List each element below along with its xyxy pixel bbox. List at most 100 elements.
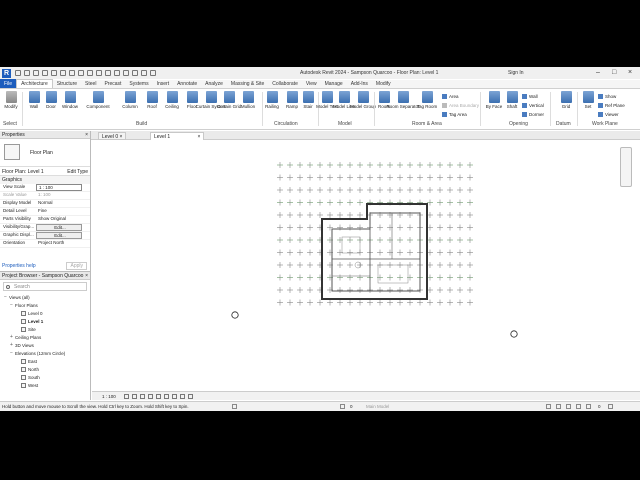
tab-steel[interactable]: Steel	[81, 80, 100, 88]
minimize-icon[interactable]: –	[596, 69, 600, 76]
property-row-view-scale[interactable]: View Scale 1 : 100	[0, 184, 90, 192]
tree-item-level-0[interactable]: Level 0	[0, 309, 90, 317]
mullion-tool[interactable]: Mullion	[238, 91, 258, 109]
show-work-plane-tool[interactable]: Show	[598, 94, 616, 99]
tab-view[interactable]: View	[302, 80, 321, 88]
tree-item-east[interactable]: East	[0, 357, 90, 365]
tab-manage[interactable]: Manage	[321, 80, 347, 88]
tab-massing-site[interactable]: Massing & Site	[227, 80, 268, 88]
tree-item-west[interactable]: West	[0, 381, 90, 389]
sign-in-button[interactable]: Sign In	[508, 70, 524, 76]
type-selector[interactable]: Floor Plan	[0, 139, 90, 167]
vertical-opening-tool[interactable]: Vertical	[522, 103, 544, 108]
close-icon[interactable]: ×	[85, 132, 88, 138]
save-icon[interactable]	[33, 70, 39, 76]
design-options-icon[interactable]	[340, 404, 345, 409]
close-icon[interactable]: ×	[120, 134, 123, 140]
tree-item-level-1[interactable]: Level 1	[0, 317, 90, 325]
tree-item-site[interactable]: Site	[0, 325, 90, 333]
tree-item-floor-plans[interactable]: − Floor Plans	[0, 301, 90, 309]
dimension-icon[interactable]	[87, 70, 93, 76]
dormer-opening-tool[interactable]: Dormer	[522, 112, 544, 117]
tab-insert[interactable]: Insert	[153, 80, 174, 88]
tab-annotate[interactable]: Annotate	[173, 80, 201, 88]
select-pinned-icon[interactable]	[566, 404, 571, 409]
visual-style-icon[interactable]	[131, 393, 137, 399]
wall-opening-tool[interactable]: Wall	[522, 94, 538, 99]
tree-item-views-all[interactable]: − Views (all)	[0, 293, 90, 301]
measure-icon[interactable]	[78, 70, 84, 76]
text-icon[interactable]	[105, 70, 111, 76]
edit-type-button[interactable]: Edit Type	[67, 169, 88, 175]
column-tool[interactable]: Column	[120, 91, 140, 109]
tab-precast[interactable]: Precast	[100, 80, 125, 88]
viewer-tool[interactable]: Viewer	[598, 112, 619, 117]
tree-item-elevations-12mm-circle[interactable]: − Elevations (12mm Circle)	[0, 349, 90, 357]
close-hidden-icon[interactable]	[141, 70, 147, 76]
undo-icon[interactable]	[51, 70, 57, 76]
window-tool[interactable]: Window	[60, 91, 80, 109]
railing-tool[interactable]: Railing	[262, 91, 282, 109]
tab-collaborate[interactable]: Collaborate	[268, 80, 302, 88]
model-group-tool[interactable]: Model Group	[350, 91, 376, 109]
view-tab-level-1[interactable]: Level 1 ×	[150, 132, 205, 140]
shadows-icon[interactable]	[147, 393, 153, 399]
tree-item-3d-views[interactable]: +3D Views	[0, 341, 90, 349]
revit-logo-icon[interactable]: R	[2, 68, 11, 78]
select-by-face-icon[interactable]	[576, 404, 581, 409]
area-tool[interactable]: Area	[442, 94, 459, 99]
reveal-hidden-icon[interactable]	[187, 393, 193, 399]
close-icon[interactable]: ×	[85, 273, 88, 279]
print-icon[interactable]	[69, 70, 75, 76]
door-tool[interactable]: Door	[41, 91, 61, 109]
area-boundary-tool[interactable]: Area Boundary	[442, 103, 479, 108]
worksets-icon[interactable]	[232, 404, 237, 409]
tab-analyze[interactable]: Analyze	[201, 80, 227, 88]
property-row-detail-level[interactable]: Detail Level Fine	[0, 208, 90, 216]
switch-windows-icon[interactable]	[150, 70, 156, 76]
by-face-tool[interactable]: By Face	[484, 91, 504, 109]
filter-icon[interactable]	[608, 404, 613, 409]
ref-plane-tool[interactable]: Ref Plane	[598, 103, 625, 108]
component-tool[interactable]: Component	[86, 91, 110, 109]
tab-architecture[interactable]: Architecture	[16, 79, 53, 88]
stair-tool[interactable]: Stair	[298, 91, 318, 109]
curtain-grid-tool[interactable]: Curtain Grid	[217, 91, 241, 109]
grid-tool[interactable]: Grid	[556, 91, 576, 109]
tag-icon[interactable]	[96, 70, 102, 76]
tree-item-south[interactable]: South	[0, 373, 90, 381]
thin-lines-icon[interactable]	[132, 70, 138, 76]
graphics-group-header[interactable]: Graphics	[0, 176, 90, 184]
temporary-hide-icon[interactable]	[179, 393, 185, 399]
sync-icon[interactable]	[42, 70, 48, 76]
view-scale[interactable]: 1 : 100	[102, 394, 116, 399]
property-row-scale-value[interactable]: Scale Value 1: 100	[0, 192, 90, 200]
maximize-icon[interactable]: □	[612, 69, 616, 76]
tab-systems[interactable]: Systems	[125, 80, 152, 88]
open-icon[interactable]	[24, 70, 30, 76]
redo-icon[interactable]	[60, 70, 66, 76]
property-row-display-model[interactable]: Display Model Normal	[0, 200, 90, 208]
property-row-visibility-grap[interactable]: Visibility/Grap... Edit...	[0, 224, 90, 232]
drawing-area[interactable]	[92, 141, 640, 397]
browser-search-input[interactable]: Search	[3, 282, 87, 291]
select-underlay-icon[interactable]	[556, 404, 561, 409]
crop-view-icon[interactable]	[155, 393, 161, 399]
roof-tool[interactable]: Roof	[142, 91, 162, 109]
ceiling-tool[interactable]: Ceiling	[162, 91, 182, 109]
sun-path-icon[interactable]	[139, 393, 145, 399]
tag-area-tool[interactable]: Tag Area	[442, 112, 467, 117]
apply-button[interactable]: Apply	[66, 262, 87, 270]
tab-file[interactable]: File	[0, 79, 17, 88]
properties-help-link[interactable]: Properties help	[2, 263, 36, 269]
shaft-tool[interactable]: Shaft	[502, 91, 522, 109]
drag-elements-icon[interactable]	[586, 404, 591, 409]
tag-room-tool[interactable]: Tag Room	[417, 91, 437, 109]
tab-modify[interactable]: Modify	[372, 80, 395, 88]
show-crop-icon[interactable]	[163, 393, 169, 399]
property-row-parts-visibility[interactable]: Parts Visibility Show Original	[0, 216, 90, 224]
set-tool[interactable]: Set	[578, 91, 598, 109]
home-icon[interactable]	[15, 70, 21, 76]
active-model[interactable]: Main Model	[366, 404, 389, 409]
close-icon[interactable]: ×	[198, 134, 201, 140]
